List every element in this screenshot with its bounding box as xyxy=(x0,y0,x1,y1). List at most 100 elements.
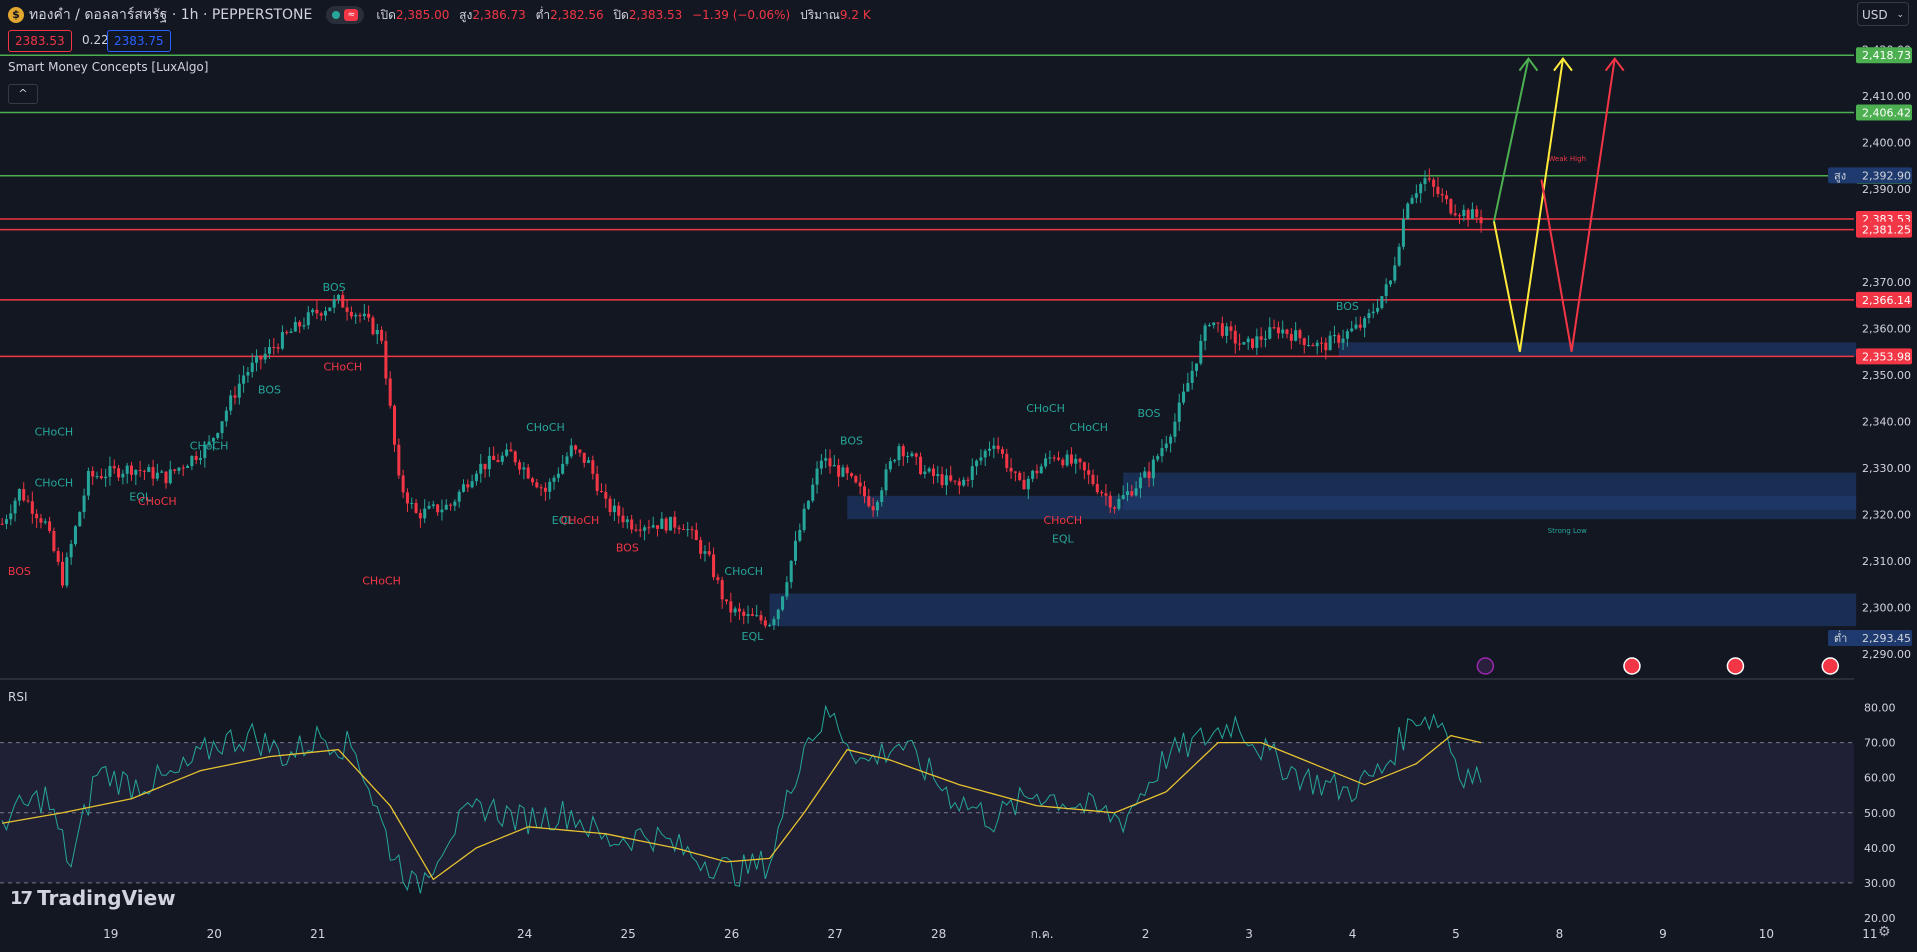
candle-body xyxy=(604,491,608,499)
candle-body xyxy=(1272,327,1276,329)
candle-body xyxy=(306,312,310,326)
candle-body xyxy=(733,608,737,613)
candle-body xyxy=(1238,343,1242,345)
projection-arrow xyxy=(1493,58,1530,222)
candle-body xyxy=(393,405,397,445)
candle-body xyxy=(461,484,466,492)
candle-body xyxy=(1445,195,1449,200)
candle-body xyxy=(43,521,47,523)
candle-body xyxy=(1294,330,1298,341)
candle-body xyxy=(1160,448,1164,457)
price-tick-label: 2,290.00 xyxy=(1862,648,1911,661)
price-tick-label: 2,390.00 xyxy=(1862,183,1911,196)
symbol-title[interactable]: ทองคำ / ดอลลาร์สหรัฐ · 1h · PEPPERSTONE xyxy=(29,4,312,26)
price-level-text: 2,406.42 xyxy=(1862,106,1911,119)
candle-body xyxy=(509,449,513,452)
sell-price-button[interactable]: 2383.53 xyxy=(8,30,72,52)
candle-body xyxy=(513,451,517,463)
candle-body xyxy=(668,516,672,531)
symbol-header[interactable]: $ ทองคำ / ดอลลาร์สหรัฐ · 1h · PEPPERSTON… xyxy=(8,4,877,26)
candle-body xyxy=(599,490,603,492)
candle-body xyxy=(26,500,30,502)
candle-body xyxy=(1354,324,1358,329)
candle-body xyxy=(690,529,694,531)
smc-label: CHoCH xyxy=(35,425,74,438)
candle-body xyxy=(423,508,427,519)
smc-label: BOS xyxy=(8,565,31,578)
candle-body xyxy=(888,461,892,470)
candle-body xyxy=(763,620,767,626)
candle-body xyxy=(681,529,685,531)
candle-body xyxy=(906,456,910,458)
chevron-up-icon[interactable]: ^ xyxy=(8,84,38,104)
candle-body xyxy=(768,625,772,627)
candle-body xyxy=(367,313,371,318)
volume-label: ปริมาณ xyxy=(800,7,840,22)
candle-body xyxy=(134,469,138,475)
candle-body xyxy=(772,619,776,626)
candle-body xyxy=(845,467,849,474)
candle-body xyxy=(1259,336,1263,340)
candle-body xyxy=(1065,454,1069,466)
smc-label: CHoCH xyxy=(1043,514,1082,527)
candle-body xyxy=(556,473,560,478)
rsi-tick-label: 80.00 xyxy=(1864,702,1896,715)
candle-body xyxy=(73,526,77,545)
candle-body xyxy=(729,601,733,613)
close-label: ปิด xyxy=(613,7,629,22)
rsi-tick-label: 50.00 xyxy=(1864,807,1896,820)
candle-body xyxy=(617,505,621,516)
candle-body xyxy=(1018,472,1022,480)
candle-body xyxy=(742,611,746,616)
candle-body xyxy=(492,455,496,461)
candle-body xyxy=(108,466,112,477)
indicator-legend[interactable]: Smart Money Concepts [LuxAlgo] xyxy=(8,60,208,74)
candle-body xyxy=(1044,458,1048,467)
currency-select[interactable]: USD ⌄ xyxy=(1857,2,1909,26)
candle-body xyxy=(966,479,970,481)
price-tick-label: 2,370.00 xyxy=(1862,276,1911,289)
candle-body xyxy=(1341,338,1345,343)
candle-body xyxy=(78,512,82,527)
candle-body xyxy=(1078,458,1082,463)
candle-body xyxy=(1298,330,1302,339)
smc-label: CHoCH xyxy=(1069,421,1108,434)
candle-body xyxy=(1087,470,1091,475)
candle-body xyxy=(129,465,134,475)
candle-body xyxy=(69,544,73,558)
candle-body xyxy=(1376,307,1380,312)
candle-body xyxy=(1169,436,1173,444)
rsi-legend[interactable]: RSI xyxy=(8,690,28,704)
candle-body xyxy=(1048,457,1052,459)
candle-body xyxy=(539,487,543,489)
candle-body xyxy=(177,467,181,471)
candle-body xyxy=(1056,457,1061,460)
candle-body xyxy=(1263,338,1267,340)
candle-body xyxy=(1216,322,1220,324)
candle-body xyxy=(380,329,384,341)
candle-body xyxy=(496,460,500,462)
candle-body xyxy=(1130,491,1134,496)
market-status-pill[interactable]: ≈ xyxy=(326,6,365,24)
candle-body xyxy=(1022,479,1026,490)
candle-body xyxy=(1449,199,1453,214)
candle-body xyxy=(95,476,99,478)
time-tick-label: 24 xyxy=(517,927,532,941)
candle-body xyxy=(910,453,914,457)
candle-body xyxy=(112,466,116,469)
projection-arrow xyxy=(1492,58,1564,352)
price-level-text: 2,381.25 xyxy=(1862,224,1911,237)
rsi-band xyxy=(0,742,1854,883)
candle-body xyxy=(328,307,332,311)
order-block-zone xyxy=(1338,342,1857,357)
smc-label: BOS xyxy=(1138,407,1161,420)
buy-price-button[interactable]: 2383.75 xyxy=(107,30,171,52)
candle-body xyxy=(358,315,362,317)
chart-canvas[interactable]: BOS CHoCH CHoCH EQL CHoCH CHoCH BOS BOS CHoCH CHo… xyxy=(0,0,1917,952)
gear-icon[interactable]: ⚙ xyxy=(1878,924,1891,940)
candle-body xyxy=(1276,327,1280,334)
candle-body xyxy=(216,433,220,438)
candle-body xyxy=(483,463,487,470)
tradingview-logo[interactable]: 17 TradingView xyxy=(10,886,176,910)
candle-body xyxy=(1095,484,1099,493)
